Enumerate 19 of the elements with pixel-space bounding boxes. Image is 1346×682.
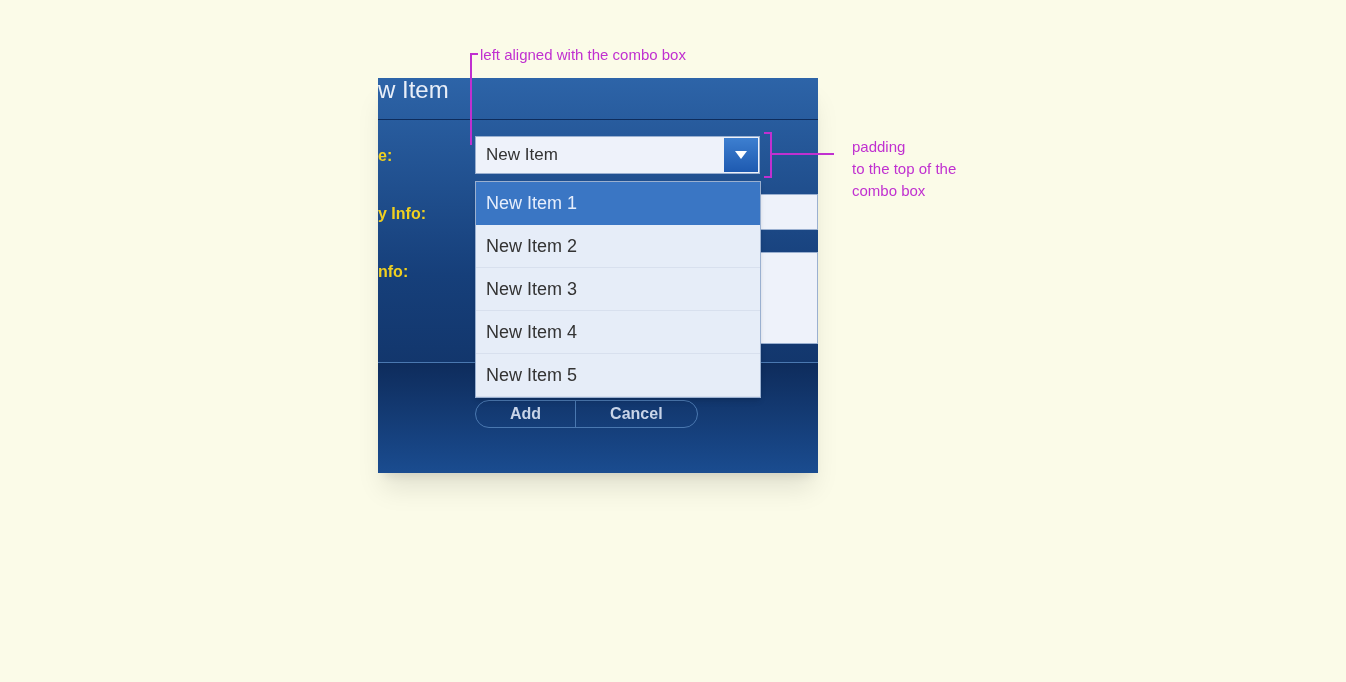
dialog-button[interactable]: Add xyxy=(476,401,576,427)
dropdown-item[interactable]: New Item 4 xyxy=(476,311,760,354)
dropdown-item[interactable]: New Item 1 xyxy=(476,182,760,225)
caret-down-icon xyxy=(735,151,747,159)
field-label: e: xyxy=(378,146,394,166)
field-label: y Info: xyxy=(378,204,427,224)
dialog-title: w Item xyxy=(378,78,449,102)
annotation-text: to the top of the xyxy=(852,159,957,179)
annotation-text: combo box xyxy=(852,181,927,201)
field-label: nfo: xyxy=(378,262,410,282)
dropdown-item[interactable]: New Item 5 xyxy=(476,354,760,397)
dialog-button[interactable]: Cancel xyxy=(575,401,697,427)
dropdown-toggle[interactable] xyxy=(724,138,758,172)
annotation-bracket xyxy=(764,132,834,178)
annotation-text: left aligned with the combo box xyxy=(480,45,686,65)
combo-box[interactable]: New Item xyxy=(475,136,760,174)
annotation-text: padding xyxy=(852,137,907,157)
dropdown-item[interactable]: New Item 2 xyxy=(476,225,760,268)
dropdown-item[interactable]: New Item 3 xyxy=(476,268,760,311)
